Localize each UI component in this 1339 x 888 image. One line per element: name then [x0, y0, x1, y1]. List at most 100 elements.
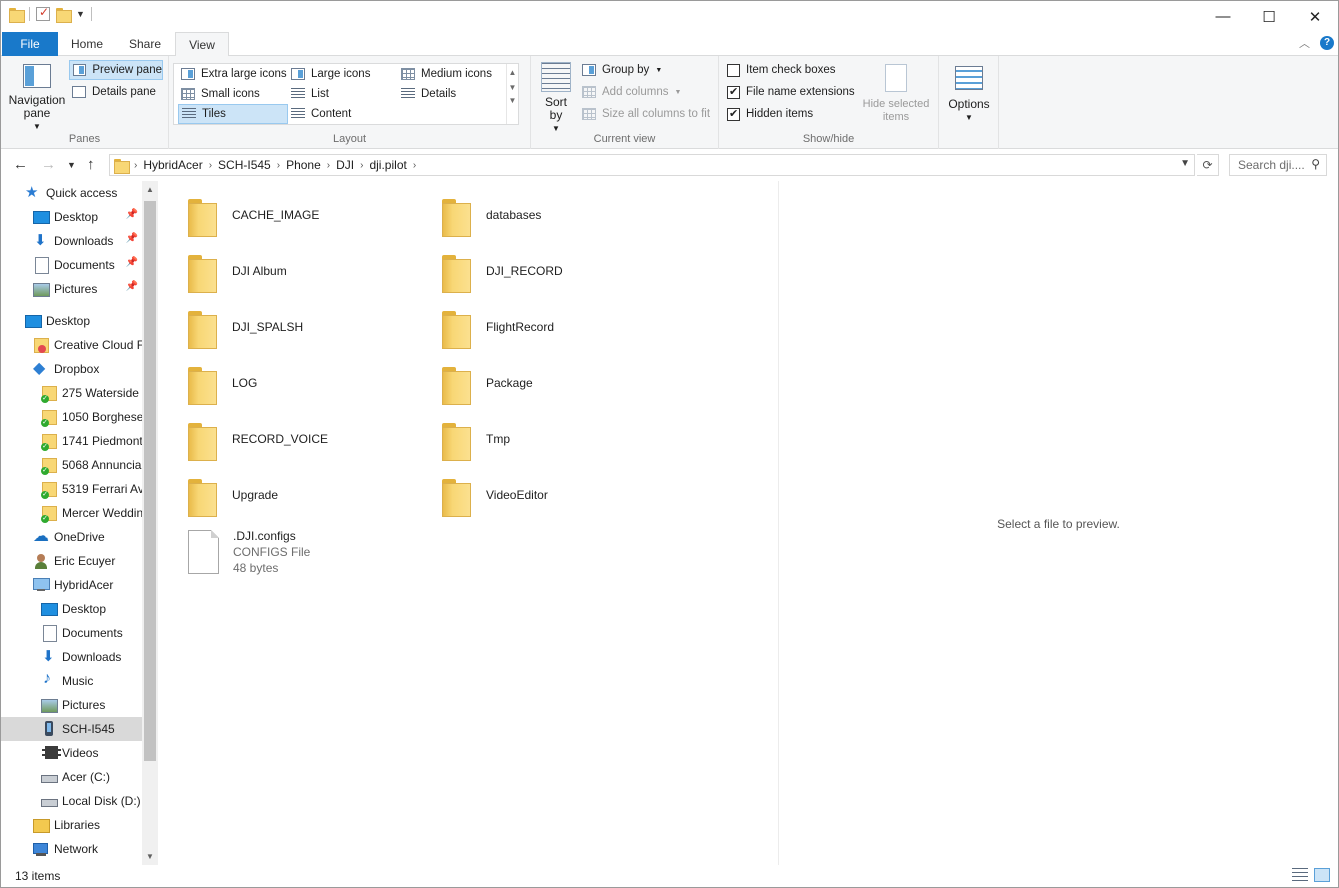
layout-tiles[interactable]: Tiles: [178, 104, 288, 124]
customize-toolbar-icon[interactable]: ▼: [76, 9, 85, 19]
group-by-button[interactable]: Group by ▼: [579, 60, 709, 80]
pin-icon[interactable]: 📌: [126, 209, 138, 220]
properties-icon[interactable]: [36, 5, 50, 21]
folder-icon[interactable]: [9, 7, 25, 23]
sidebar-item[interactable]: HybridAcer: [1, 573, 142, 597]
breadcrumb-item[interactable]: SCH-I545: [212, 158, 277, 172]
sidebar-item[interactable]: Downloads: [1, 645, 142, 669]
minimize-button[interactable]: —: [1200, 1, 1246, 32]
breadcrumb-item[interactable]: DJI: [330, 158, 360, 172]
folder-tile[interactable]: DJI_RECORD: [440, 246, 680, 296]
options-button[interactable]: Options ▼: [943, 66, 995, 124]
sidebar-item[interactable]: Music: [1, 669, 142, 693]
hidden-items-checkbox[interactable]: [727, 107, 740, 121]
sidebar-item[interactable]: Desktop: [1, 309, 142, 333]
folder-tile[interactable]: Tmp: [440, 414, 680, 464]
sidebar-item[interactable]: Pictures 📌: [1, 277, 142, 301]
layout-details[interactable]: Details: [398, 84, 504, 104]
preview-pane-button[interactable]: Preview pane: [69, 60, 163, 80]
folder-tile[interactable]: databases: [440, 190, 680, 240]
search-input[interactable]: Search dji.... ⚲: [1229, 154, 1327, 176]
layout-content[interactable]: Content: [288, 104, 396, 124]
tab-share[interactable]: Share: [117, 32, 173, 56]
tab-home[interactable]: Home: [59, 32, 115, 56]
recent-locations-button[interactable]: ▼: [67, 160, 76, 170]
sidebar-item[interactable]: Libraries: [1, 813, 142, 837]
folder-tile[interactable]: DJI_SPALSH: [186, 302, 426, 352]
sidebar-item[interactable]: Documents 📌: [1, 253, 142, 277]
breadcrumb-item[interactable]: HybridAcer: [137, 158, 208, 172]
scroll-up-icon[interactable]: ▲: [142, 185, 158, 194]
folder-tile[interactable]: FlightRecord: [440, 302, 680, 352]
sidebar-item[interactable]: Pictures: [1, 693, 142, 717]
hidden-items-toggle[interactable]: Hidden items: [724, 104, 854, 124]
close-button[interactable]: ✕: [1292, 1, 1338, 32]
details-view-icon[interactable]: [1292, 868, 1308, 882]
up-button[interactable]: ↑: [87, 156, 95, 173]
file-tile[interactable]: .DJI.configs CONFIGS File 48 bytes: [188, 528, 310, 575]
address-history-dropdown-icon[interactable]: ▼: [1180, 158, 1190, 169]
add-columns-button[interactable]: Add columns ▼: [579, 82, 709, 102]
folder-tile[interactable]: VideoEditor: [440, 470, 680, 520]
sidebar-item[interactable]: Local Disk (D:): [1, 789, 142, 813]
file-name-extensions-checkbox[interactable]: [727, 85, 740, 99]
sidebar-item[interactable]: Downloads 📌: [1, 229, 142, 253]
sidebar-item[interactable]: Videos: [1, 741, 142, 765]
tab-file[interactable]: File: [2, 32, 58, 56]
address-bar[interactable]: › HybridAcer › SCH-I545 › Phone › DJI › …: [109, 154, 1195, 176]
sort-by-button[interactable]: Sort by ▼: [539, 62, 573, 135]
new-folder-icon[interactable]: [56, 7, 72, 23]
sidebar-item[interactable]: Documents: [1, 621, 142, 645]
folder-tile[interactable]: Upgrade: [186, 470, 426, 520]
collapse-ribbon-icon[interactable]: ︿: [1299, 35, 1310, 51]
large-icons-view-icon[interactable]: [1314, 868, 1330, 882]
breadcrumb-separator-icon[interactable]: ›: [413, 160, 416, 171]
layout-medium-icons[interactable]: Medium icons: [398, 64, 504, 84]
scroll-thumb[interactable]: [144, 201, 156, 761]
sidebar-item[interactable]: Desktop: [1, 597, 142, 621]
item-check-boxes-toggle[interactable]: Item check boxes: [724, 60, 854, 80]
sidebar-item[interactable]: OneDrive: [1, 525, 142, 549]
tab-view[interactable]: View: [175, 32, 229, 57]
sidebar-item[interactable]: SCH-I545: [1, 717, 142, 741]
navigation-pane-button[interactable]: Navigation pane ▼: [7, 64, 67, 133]
item-check-boxes-checkbox[interactable]: [727, 63, 740, 77]
sidebar-item[interactable]: Acer (C:): [1, 765, 142, 789]
scroll-up-icon[interactable]: ▲: [507, 68, 518, 77]
sidebar-item[interactable]: Desktop 📌: [1, 205, 142, 229]
sidebar-item[interactable]: Eric Ecuyer: [1, 549, 142, 573]
sidebar-item[interactable]: Network: [1, 837, 142, 861]
hide-selected-items-button[interactable]: Hide selected items: [859, 64, 933, 124]
layout-list[interactable]: List: [288, 84, 396, 104]
folder-tile[interactable]: DJI Album: [186, 246, 426, 296]
pin-icon[interactable]: 📌: [126, 233, 138, 244]
navigation-scrollbar[interactable]: ▲ ▼: [142, 181, 158, 865]
folder-tile[interactable]: Package: [440, 358, 680, 408]
pin-icon[interactable]: 📌: [126, 257, 138, 268]
layout-small-icons[interactable]: Small icons: [178, 84, 288, 104]
sidebar-item[interactable]: 275 Waterside (: [1, 381, 142, 405]
details-pane-button[interactable]: Details pane: [69, 82, 163, 102]
sidebar-item[interactable]: 1050 Borghese: [1, 405, 142, 429]
refresh-button[interactable]: ⟳: [1197, 154, 1219, 176]
folder-tile[interactable]: CACHE_IMAGE: [186, 190, 426, 240]
breadcrumb-item[interactable]: Phone: [280, 158, 327, 172]
file-name-extensions-toggle[interactable]: File name extensions: [724, 82, 858, 102]
sidebar-item[interactable]: Creative Cloud F: [1, 333, 142, 357]
back-button[interactable]: ←: [13, 156, 28, 173]
breadcrumb-item[interactable]: dji.pilot: [363, 158, 412, 172]
layout-large-icons[interactable]: Large icons: [288, 64, 396, 84]
sidebar-item[interactable]: 1741 Piedmont: [1, 429, 142, 453]
forward-button[interactable]: →: [41, 156, 56, 173]
help-icon[interactable]: ?: [1320, 36, 1334, 50]
maximize-button[interactable]: ☐: [1246, 1, 1292, 32]
sidebar-item[interactable]: Dropbox: [1, 357, 142, 381]
folder-tile[interactable]: RECORD_VOICE: [186, 414, 426, 464]
sidebar-item[interactable]: 5319 Ferrari Av: [1, 477, 142, 501]
layout-gallery-scroll[interactable]: ▲ ▼ ▼: [506, 64, 518, 124]
pin-icon[interactable]: 📌: [126, 281, 138, 292]
sidebar-item[interactable]: 5068 Annuncia: [1, 453, 142, 477]
more-layouts-icon[interactable]: ▼: [507, 96, 518, 105]
layout-extra-large-icons[interactable]: Extra large icons: [178, 64, 288, 84]
size-columns-button[interactable]: Size all columns to fit: [579, 104, 719, 124]
